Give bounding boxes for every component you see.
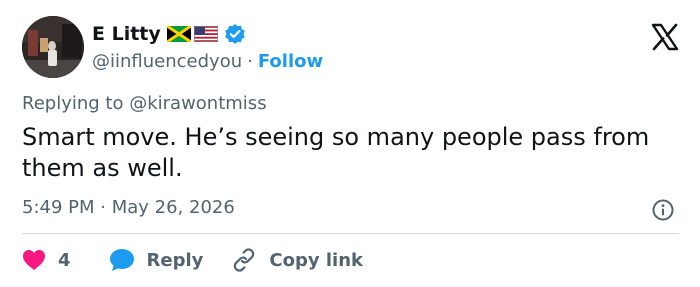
divider bbox=[22, 233, 679, 234]
like-count: 4 bbox=[58, 249, 71, 271]
tweet-timestamp[interactable]: 5:49 PM · May 26, 2026 bbox=[22, 197, 235, 218]
like-button[interactable]: 4 bbox=[22, 249, 81, 271]
replying-to-line: Replying to @kirawontmiss bbox=[22, 93, 267, 114]
reply-mention-link[interactable]: @kirawontmiss bbox=[129, 93, 266, 114]
reply-bubble-icon bbox=[109, 249, 134, 271]
copy-link-button[interactable]: Copy link bbox=[231, 248, 363, 272]
tweet-header: E Litty @iinfluencedyou · Follow bbox=[22, 16, 682, 78]
display-name[interactable]: E Litty bbox=[92, 23, 161, 45]
tweet-time: 5:49 PM bbox=[22, 197, 95, 218]
info-icon[interactable] bbox=[651, 198, 675, 222]
us-flag-icon bbox=[193, 26, 218, 42]
tweet-text: Smart move. He’s seeing so many people p… bbox=[22, 123, 650, 182]
action-bar: 4 Reply Copy link bbox=[22, 245, 391, 275]
reply-button[interactable]: Reply bbox=[109, 248, 204, 272]
separator-dot: · bbox=[100, 197, 106, 218]
tweet-date: May 26, 2026 bbox=[111, 197, 235, 218]
heart-icon bbox=[23, 250, 45, 270]
copy-link-label: Copy link bbox=[269, 249, 363, 271]
user-handle[interactable]: @iinfluencedyou bbox=[92, 51, 242, 72]
verified-badge-icon bbox=[224, 24, 245, 44]
link-icon bbox=[234, 248, 255, 272]
avatar[interactable] bbox=[22, 16, 84, 78]
follow-button[interactable]: Follow bbox=[258, 51, 323, 72]
reply-label: Reply bbox=[146, 249, 204, 271]
x-logo-icon[interactable] bbox=[650, 22, 680, 52]
separator-dot: · bbox=[247, 50, 253, 72]
jamaica-flag-icon bbox=[166, 26, 191, 42]
replying-to-label: Replying to bbox=[22, 93, 124, 114]
